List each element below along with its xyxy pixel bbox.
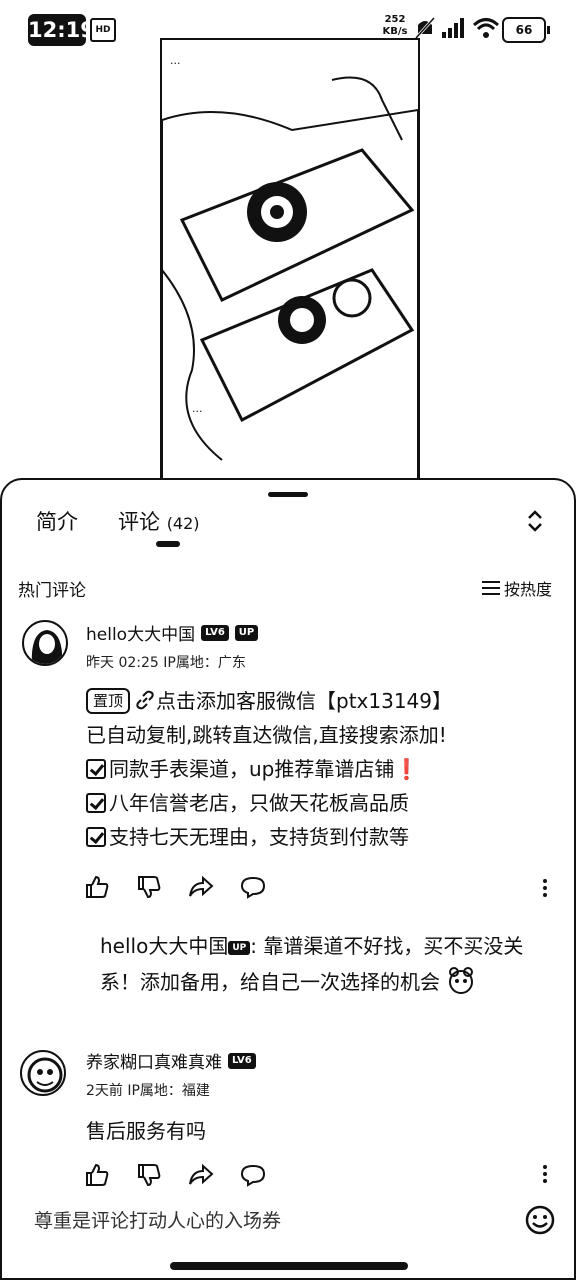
username-text: hello大大中国 — [86, 625, 196, 645]
dislike-icon[interactable] — [136, 874, 162, 900]
check-icon — [86, 759, 106, 779]
comment-username[interactable]: hello大大中国 LV6 UP — [86, 620, 259, 645]
check-icon — [86, 793, 106, 813]
video-caption-top: ... — [170, 54, 181, 67]
reply-item[interactable]: hello大大中国 UP: 靠谱渠道不好找，买不买没关系！添加备用，给自己一次选择… — [100, 928, 552, 1000]
hot-comments-title: 热门评论 — [18, 581, 86, 601]
tab-comments-count: (42) — [166, 514, 200, 533]
tab-indicator — [156, 541, 180, 547]
comment-line-1: 置顶 点击添加客服微信【ptx13149】 — [86, 684, 556, 718]
avatar[interactable] — [22, 620, 68, 666]
more-icon[interactable] — [542, 878, 548, 898]
comment-username[interactable]: 养家糊口真难真难 LV6 — [86, 1048, 256, 1073]
mute-icon — [414, 16, 436, 40]
tab-comments[interactable]: 评论 (42) — [118, 508, 200, 538]
video-player[interactable]: ... ... — [160, 38, 420, 482]
avatar[interactable] — [20, 1050, 66, 1096]
comment-line-5: 支持七天无理由，支持货到付款等 — [86, 820, 556, 854]
sort-button[interactable]: 按热度 — [482, 576, 552, 600]
comment-actions — [84, 874, 266, 900]
share-icon[interactable] — [188, 1162, 214, 1188]
battery-icon: 66 — [502, 17, 550, 43]
comment-meta: 2天前 IP属地：福建 — [86, 1083, 210, 1099]
comment-body: 置顶 点击添加客服微信【ptx13149】 已自动复制,跳转直达微信,直接搜索添加… — [86, 684, 556, 854]
check-icon — [86, 827, 106, 847]
like-icon[interactable] — [84, 1162, 110, 1188]
sort-label: 按热度 — [504, 580, 553, 599]
pinned-badge: 置顶 — [86, 688, 131, 714]
comment-actions — [84, 1162, 266, 1188]
sticker-icon — [449, 967, 474, 994]
comment-line-2: 已自动复制,跳转直达微信,直接搜索添加! — [86, 723, 447, 747]
status-time: 12:19 — [28, 14, 95, 46]
signal-icon — [442, 18, 464, 38]
sort-icon — [482, 581, 500, 595]
comment-meta: 昨天 02:25 IP属地：广东 — [86, 655, 246, 671]
comment-input[interactable]: 尊重是评论打动人心的入场券 — [34, 1206, 281, 1233]
up-badge: UP — [234, 624, 259, 641]
tab-intro[interactable]: 简介 — [36, 508, 78, 536]
comment-body: 售后服务有吗 — [86, 1119, 206, 1143]
more-icon[interactable] — [542, 1164, 548, 1184]
like-icon[interactable] — [84, 874, 110, 900]
level-badge: LV6 — [228, 1052, 256, 1069]
home-indicator[interactable] — [170, 1262, 408, 1270]
level-badge: LV6 — [201, 624, 229, 641]
video-caption-bottom: ... — [192, 402, 203, 415]
tab-comments-label: 评论 — [118, 510, 160, 534]
sim-icon: HD — [90, 18, 116, 42]
up-badge: UP — [228, 941, 251, 955]
reply-icon[interactable] — [240, 1162, 266, 1188]
reply-username[interactable]: hello大大中国 — [100, 934, 228, 958]
reply-icon[interactable] — [240, 874, 266, 900]
emoji-icon[interactable] — [524, 1204, 556, 1236]
dislike-icon[interactable] — [136, 1162, 162, 1188]
comment-line-3: 同款手表渠道，up推荐靠谱店铺❗ — [86, 752, 556, 786]
comment-line-4: 八年信誉老店，只做天花板高品质 — [86, 786, 556, 820]
share-icon[interactable] — [188, 874, 214, 900]
link-icon[interactable] — [134, 689, 156, 711]
wifi-icon — [472, 18, 500, 38]
wechat-link[interactable]: 点击添加客服微信【ptx13149】 — [156, 689, 452, 713]
tab-intro-label: 简介 — [36, 510, 78, 534]
expand-icon[interactable] — [524, 510, 546, 532]
username-text: 养家糊口真难真难 — [86, 1053, 222, 1073]
sheet-handle[interactable] — [268, 492, 308, 497]
